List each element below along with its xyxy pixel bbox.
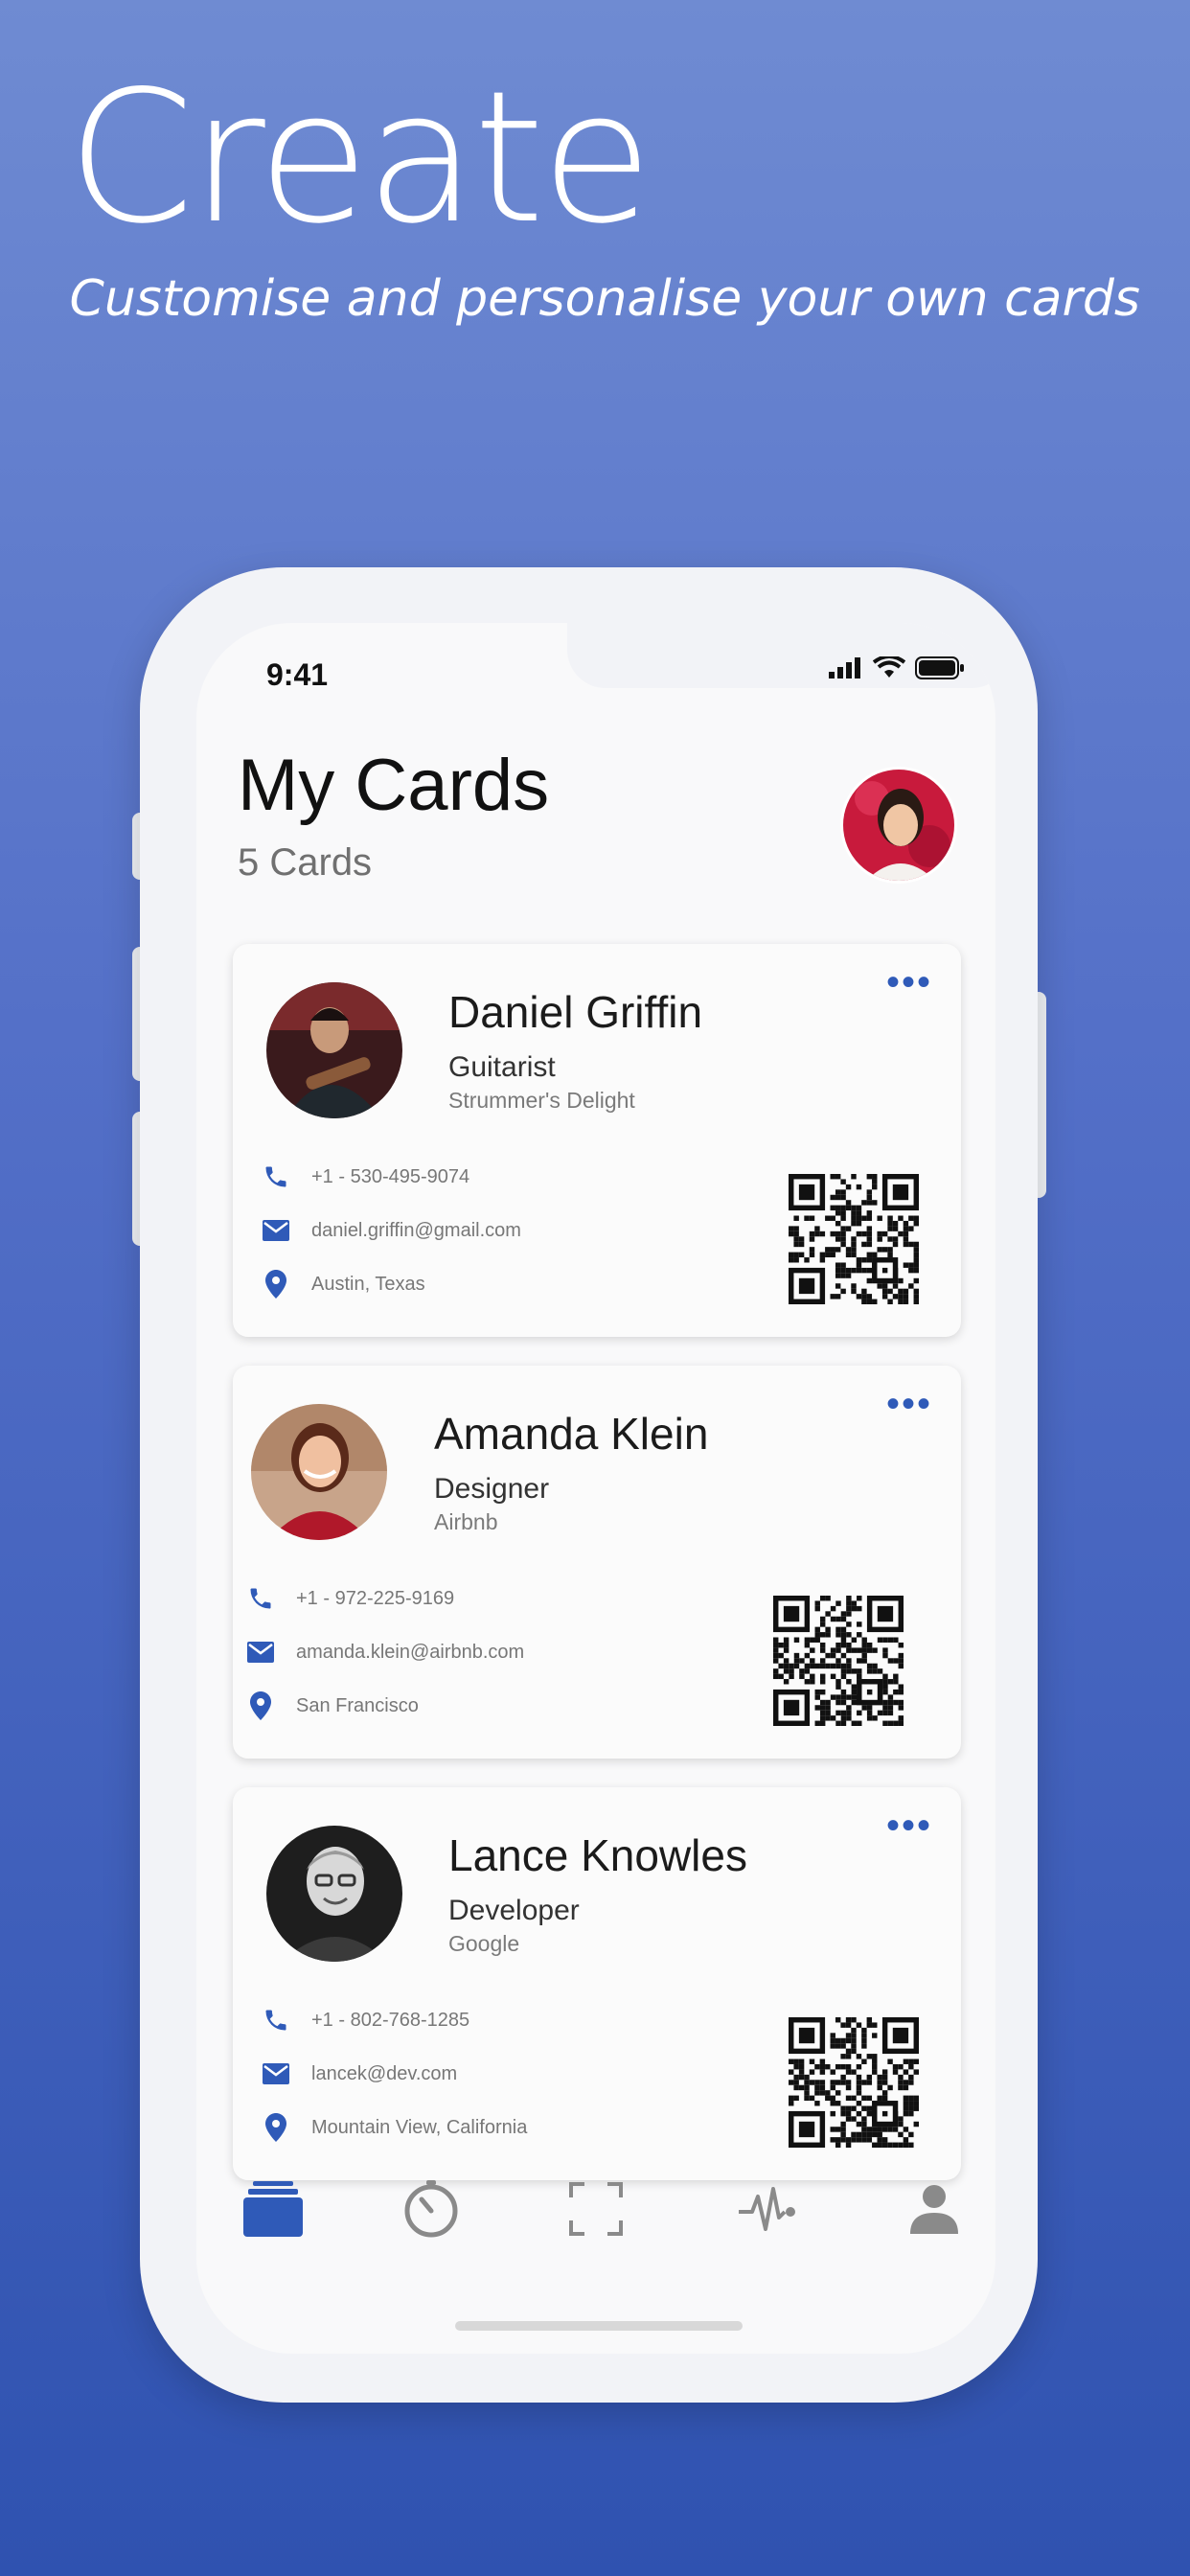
phone-icon (262, 2006, 290, 2035)
card-company: Google (448, 1931, 520, 1956)
card-phone: +1 - 972-225-9169 (296, 1587, 455, 1609)
status-time: 9:41 (266, 657, 329, 692)
card-email: lancek@dev.com (311, 2062, 458, 2084)
card-phone-row[interactable]: +1 - 802-768-1285 (262, 2006, 469, 2035)
location-pin-icon (262, 1270, 290, 1299)
card-location: San Francisco (296, 1694, 419, 1716)
phone-icon (246, 1584, 275, 1613)
cards-icon (243, 2181, 303, 2237)
subheadline: Customise and personalise your own cards (69, 270, 1140, 328)
timer-icon (404, 2180, 458, 2238)
card-email: amanda.klein@airbnb.com (296, 1641, 525, 1663)
email-icon (262, 1216, 290, 1245)
location-pin-icon (262, 2113, 290, 2142)
more-options-icon[interactable]: ••• (886, 1385, 932, 1423)
qr-code[interactable] (773, 1596, 904, 1726)
profile-icon (910, 2185, 958, 2234)
card-location: Austin, Texas (311, 1273, 425, 1295)
card-phone-row[interactable]: +1 - 972-225-9169 (246, 1584, 454, 1613)
card-email-row[interactable]: amanda.klein@airbnb.com (246, 1638, 524, 1667)
profile-avatar[interactable] (840, 767, 957, 884)
card-avatar (266, 982, 402, 1118)
card-role: Designer (434, 1473, 550, 1505)
card-location-row[interactable]: San Francisco (246, 1691, 419, 1720)
card-phone: +1 - 802-768-1285 (311, 2009, 470, 2031)
card-name: Daniel Griffin (448, 987, 703, 1037)
card-location: Mountain View, California (311, 2116, 528, 2138)
card-email-row[interactable]: lancek@dev.com (262, 2059, 457, 2088)
card-phone: +1 - 530-495-9074 (311, 1165, 470, 1187)
business-card[interactable]: ••• Amanda Klein Designer Airbnb +1 - 97… (233, 1366, 961, 1759)
headline: Create (67, 52, 652, 264)
card-avatar (266, 1826, 402, 1962)
phone-icon (262, 1162, 290, 1191)
business-card[interactable]: ••• Daniel Griffin Guitarist Strummer's … (233, 944, 961, 1337)
card-company: Strummer's Delight (448, 1088, 635, 1113)
scan-icon (569, 2182, 623, 2236)
card-location-row[interactable]: Mountain View, California (262, 2113, 527, 2142)
card-role: Guitarist (448, 1051, 556, 1083)
card-phone-row[interactable]: +1 - 530-495-9074 (262, 1162, 469, 1191)
card-email-row[interactable]: daniel.griffin@gmail.com (262, 1216, 521, 1245)
tab-cards[interactable] (240, 2175, 307, 2242)
tab-scan[interactable] (562, 2175, 629, 2242)
tab-profile[interactable] (901, 2175, 968, 2242)
more-options-icon[interactable]: ••• (886, 1806, 932, 1845)
tab-bar (196, 2147, 995, 2262)
qr-code[interactable] (789, 2017, 919, 2148)
more-options-icon[interactable]: ••• (886, 963, 932, 1001)
card-role: Developer (448, 1895, 580, 1926)
email-icon (262, 2059, 290, 2088)
qr-code[interactable] (789, 1174, 919, 1304)
card-name: Amanda Klein (434, 1409, 709, 1459)
home-indicator (455, 2321, 743, 2331)
wifi-icon (873, 656, 905, 678)
card-location-row[interactable]: Austin, Texas (262, 1270, 425, 1299)
signal-icon (829, 657, 860, 678)
page-title: My Cards (238, 745, 550, 826)
status-icons (829, 656, 965, 679)
card-company: Airbnb (434, 1509, 498, 1534)
email-icon (246, 1638, 275, 1667)
tab-timer[interactable] (398, 2175, 465, 2242)
phone-screen: 9:41 My Cards 5 Cards ••• Daniel Griffin… (196, 623, 995, 2354)
card-count: 5 Cards (238, 841, 373, 884)
card-avatar (251, 1404, 387, 1540)
location-pin-icon (246, 1691, 275, 1720)
business-card[interactable]: ••• Lance Knowles Developer Google +1 - … (233, 1787, 961, 2180)
card-email: daniel.griffin@gmail.com (311, 1219, 521, 1241)
battery-icon (915, 656, 964, 679)
card-name: Lance Knowles (448, 1830, 747, 1880)
tab-activity[interactable] (735, 2175, 802, 2242)
activity-icon (739, 2187, 795, 2231)
